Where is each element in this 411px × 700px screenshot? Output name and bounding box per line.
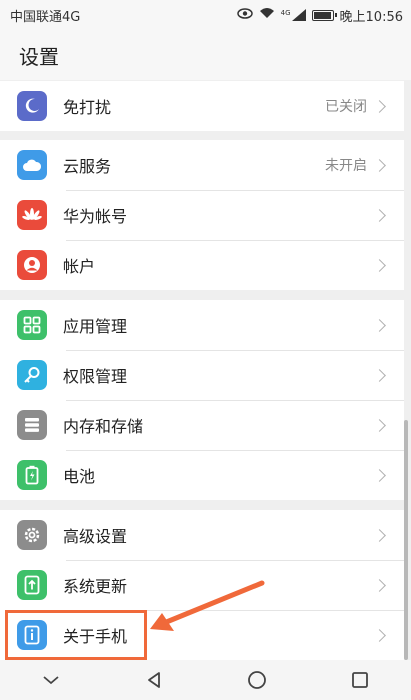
chevron-right-icon <box>373 468 386 482</box>
wifi-icon <box>259 7 275 23</box>
chevron-right-icon <box>373 318 386 332</box>
settings-row-permissions[interactable]: 权限管理 <box>0 350 404 400</box>
row-label: 华为帐号 <box>63 207 128 226</box>
key-icon <box>17 360 47 390</box>
apps-grid-icon <box>17 310 47 340</box>
home-circle-icon <box>247 671 266 689</box>
nav-home-button[interactable] <box>227 660 287 700</box>
chevron-right-icon <box>373 99 386 113</box>
gear-icon <box>17 520 47 550</box>
settings-row-advanced-settings[interactable]: 高级设置 <box>0 510 404 560</box>
moon-icon <box>17 91 47 121</box>
signal-icon: 4G <box>281 9 306 21</box>
settings-row-app-management[interactable]: 应用管理 <box>0 300 404 350</box>
chevron-right-icon <box>373 578 386 592</box>
page-title: 设置 <box>19 44 59 69</box>
account-icon <box>17 250 47 280</box>
chevron-down-icon <box>43 676 59 685</box>
chevron-right-icon <box>373 208 386 222</box>
settings-row-memory-storage[interactable]: 内存和存储 <box>0 400 404 450</box>
row-label: 应用管理 <box>63 317 128 336</box>
back-triangle-icon <box>148 672 161 688</box>
eye-comfort-icon <box>236 7 253 23</box>
nav-dismiss-button[interactable] <box>21 660 81 700</box>
clock: 晚上10:56 <box>339 9 403 25</box>
carrier-label: 中国联通4G <box>10 9 81 25</box>
row-label: 高级设置 <box>63 527 128 546</box>
settings-group-accounts: 云服务 未开启 华为帐号 帐户 <box>0 140 404 290</box>
annotation-arrow <box>150 580 265 631</box>
battery-status-icon <box>311 9 337 21</box>
settings-row-cloud-service[interactable]: 云服务 未开启 <box>0 140 404 190</box>
row-value: 未开启 <box>325 158 367 174</box>
settings-group-notifications: 免打扰 已关闭 <box>0 81 404 131</box>
storage-icon <box>17 410 47 440</box>
battery-fill <box>313 11 331 19</box>
chevron-right-icon <box>373 628 386 642</box>
settings-row-battery[interactable]: 电池 <box>0 450 404 500</box>
battery-icon <box>17 460 47 490</box>
nav-recents-button[interactable] <box>330 660 390 700</box>
status-bar: 中国联通4G 4G 晚上10:56 <box>0 0 411 30</box>
chevron-right-icon <box>373 528 386 542</box>
navigation-bar <box>0 660 411 700</box>
chevron-right-icon <box>373 418 386 432</box>
settings-group-apps: 应用管理 权限管理 内存和存储 电池 <box>0 300 404 500</box>
row-label: 帐户 <box>63 257 96 276</box>
recents-square-icon <box>351 672 368 688</box>
settings-row-huawei-account[interactable]: 华为帐号 <box>0 190 404 240</box>
settings-row-do-not-disturb[interactable]: 免打扰 已关闭 <box>0 81 404 131</box>
huawei-icon <box>17 200 47 230</box>
cloud-icon <box>17 150 47 180</box>
row-label: 内存和存储 <box>63 417 144 436</box>
chevron-right-icon <box>373 368 386 382</box>
row-label: 电池 <box>63 467 96 486</box>
settings-row-account[interactable]: 帐户 <box>0 240 404 290</box>
row-label: 免打扰 <box>63 98 112 117</box>
status-icons: 4G 晚上10:56 <box>236 6 403 25</box>
row-label: 权限管理 <box>63 367 128 386</box>
update-icon <box>17 570 47 600</box>
page-header: 设置 <box>0 30 411 80</box>
row-label: 云服务 <box>63 157 112 176</box>
scrollbar[interactable] <box>404 420 408 660</box>
nav-back-button[interactable] <box>124 660 184 700</box>
chevron-right-icon <box>373 158 386 172</box>
net-type-label: 4G <box>280 9 291 17</box>
row-value: 已关闭 <box>325 99 367 115</box>
highlight-box <box>5 610 147 660</box>
chevron-right-icon <box>373 258 386 272</box>
